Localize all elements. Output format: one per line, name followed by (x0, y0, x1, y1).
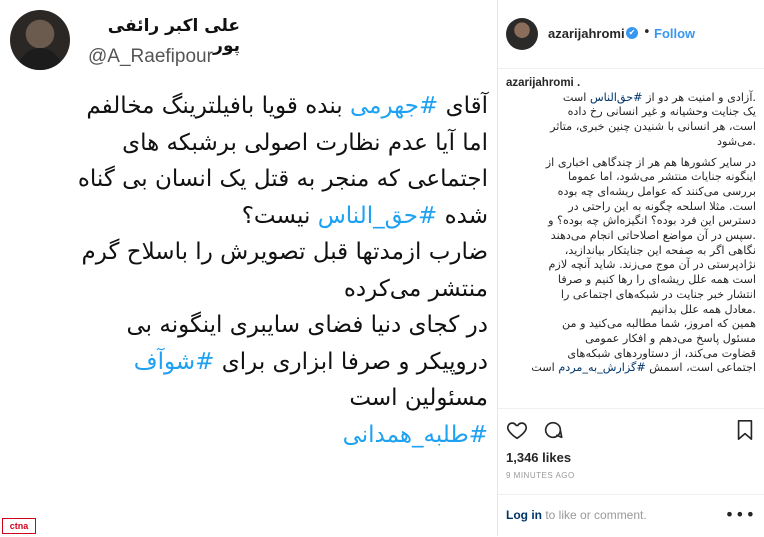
caption-line: نژادپرستی در آن موج می‌زند. شاید آنچه لا… (506, 258, 756, 273)
tweet-line-text: آقای (438, 93, 488, 119)
caption-line-text: است (531, 361, 559, 375)
post-caption: azarijahromi . .آزادی و امنیت هر دو از #… (506, 76, 756, 402)
caption-line: یک جنایت وحشیانه و غیر انسانی رخ داده (506, 105, 756, 120)
caption-line: نگاهی اگر به صفحه این جنایتکار بیاندازید… (506, 244, 756, 259)
caption-line-text: .معادل همه علل بدانیم (650, 302, 756, 316)
tweet-line-text: شده (437, 202, 488, 229)
caption-line-text: است (562, 90, 590, 104)
caption-line-text: انتشار خبر جنایت در شبکه‌های اجتماعی را (560, 287, 756, 301)
tweet-line: اما آیا عدم نظارت اصولی برشبکه های (10, 125, 488, 162)
caption-line-text: است همه علل ریشه‌ای را رها کنیم و صرفا (557, 273, 756, 287)
login-bar: Log in to like or comment. ••• (498, 494, 764, 537)
caption-line: است همه علل ریشه‌ای را رها کنیم و صرفا (506, 273, 756, 288)
caption-line: است. مثلا اسلحه چگونه به این راحتی در (506, 200, 756, 215)
caption-line-text: قضاوت می‌کند، از دستاوردهای شبکه‌های (567, 346, 756, 360)
tweet-avatar[interactable] (10, 10, 70, 70)
hashtag-link[interactable]: #طلبه_همدانی (343, 422, 488, 448)
caption-line: بررسی می‌کنند که عوامل ریشه‌ای چه بوده (506, 185, 756, 200)
tweet-line-text: مسئولین است (349, 385, 488, 411)
caption-line-text: .آزادی و امنیت هر دو از (642, 90, 756, 104)
caption-line: در سایر کشورها هم هر از چندگاهی اخباری ا… (506, 156, 756, 171)
caption-hashtag-link[interactable]: #حق‌الناس (590, 91, 643, 104)
caption-line-text: اجتماعی است، اسمش (645, 361, 756, 375)
caption-hashtag-link[interactable]: #گزارش_به_مردم (558, 361, 645, 374)
hashtag-link[interactable]: #شوآف (134, 349, 215, 375)
tweet-line: منتشر می‌کرده (10, 271, 488, 308)
tweet-line: شده #حق_الناس نیست؟ (10, 198, 488, 235)
caption-line-text: .سپس در آن مواضع اصلاحاتی انجام می‌دهند (550, 229, 756, 243)
tweet-line: در کجای دنیا فضای سایبری اینگونه بی (10, 307, 489, 344)
caption-line-text: نژادپرستی در آن موج می‌زند. شاید آنچه لا… (548, 258, 756, 272)
tweet-line: آقای #جهرمی بنده قویا بافیلترینگ مخالفم (10, 88, 488, 125)
caption-line-text: یک جنایت وحشیانه و غیر انسانی رخ داده (567, 105, 756, 119)
caption-line: دسترس این فرد بوده؟ انگیزه‌اش چه بوده؟ و (506, 214, 756, 229)
caption-line: است، هر انسانی با شنیدن چنین خبری، متاثر (506, 120, 756, 135)
hashtag-link[interactable]: #حق_الناس (318, 203, 438, 229)
tweet-author-handle[interactable]: @A_Raefipour (88, 46, 213, 68)
caption-username[interactable]: azarijahromi . (506, 76, 756, 91)
caption-line: .معادل همه علل بدانیم (506, 303, 756, 318)
likes-count[interactable]: 1,346 likes (506, 450, 571, 465)
hashtag-link[interactable]: #جهرمی (350, 93, 438, 119)
tweet-panel: علی اکبر رائفی پور @A_Raefipour آقای #جه… (0, 0, 498, 536)
tweet-line-text: منتشر می‌کرده (343, 275, 488, 302)
caption-line-text: بررسی می‌کنند که عوامل ریشه‌ای چه بوده (557, 184, 756, 198)
tweet-line: اجتماعی که منجر به قتل یک انسان بی گناه (10, 161, 488, 198)
post-avatar[interactable] (506, 18, 538, 50)
tweet-line-text: بنده قویا بافیلترینگ مخالفم (86, 93, 350, 119)
caption-line: اجتماعی است، اسمش #گزارش_به_مردم است (506, 361, 756, 376)
verified-badge-icon: ✔ (626, 27, 638, 39)
tweet-text: آقای #جهرمی بنده قویا بافیلترینگ مخالفم ا… (10, 88, 488, 453)
post-actions (498, 408, 764, 449)
caption-line-text: همین که امروز، شما مطالبه می‌کنید و من (562, 317, 756, 331)
like-heart-icon[interactable] (506, 419, 528, 441)
caption-text: .آزادی و امنیت هر دو از #حق‌الناس است یک … (506, 91, 756, 376)
login-link[interactable]: Log in (506, 508, 542, 522)
caption-line-text: نگاهی اگر به صفحه این جنایتکار بیاندازید… (564, 243, 756, 257)
follow-button[interactable]: Follow (654, 26, 695, 41)
caption-line: .آزادی و امنیت هر دو از #حق‌الناس است (506, 91, 756, 106)
tweet-header: علی اکبر رائفی پور @A_Raefipour (10, 10, 490, 80)
post-username[interactable]: azarijahromi (548, 26, 625, 41)
tweet-line-text: اجتماعی که منجر به قتل یک انسان بی گناه (77, 166, 488, 192)
tweet-line: #طلبه_همدانی (10, 417, 488, 454)
bookmark-icon[interactable] (734, 419, 756, 441)
instagram-post: azarijahromi ✔ • Follow azarijahromi . .… (498, 0, 764, 536)
caption-line: انتشار خبر جنایت در شبکه‌های اجتماعی را (506, 288, 756, 303)
caption-line-text: .می‌شود (716, 134, 756, 148)
tweet-line-text: ضارب ازمدتها قبل تصویرش را باسلاح گرم (81, 239, 488, 265)
tweet-line: دروپیکر و صرفا ابزاری برای #شوآف (10, 344, 488, 381)
caption-line-text: دسترس این فرد بوده؟ انگیزه‌اش چه بوده؟ و (548, 214, 756, 228)
caption-line: .می‌شود (506, 135, 756, 150)
watermark-logo: ctna (2, 518, 36, 534)
separator-dot: • (643, 25, 651, 40)
caption-line: مسئول پاسخ می‌دهم و افکار عمومی (506, 332, 756, 347)
tweet-line-text: در کجای دنیا فضای سایبری اینگونه بی (126, 312, 489, 338)
caption-line-text: اینگونه جنایات منتشر می‌شود، اما عموما (568, 170, 756, 184)
caption-line-text: است. مثلا اسلحه چگونه به این راحتی در (568, 199, 756, 213)
comment-icon[interactable] (542, 419, 564, 441)
caption-line-text: در سایر کشورها هم هر از چندگاهی اخباری ا… (545, 155, 756, 169)
caption-line: .سپس در آن مواضع اصلاحاتی انجام می‌دهند (506, 229, 756, 244)
post-header: azarijahromi ✔ • Follow (498, 0, 764, 69)
post-timestamp: 9 MINUTES AGO (506, 471, 575, 480)
tweet-line-text: نیست؟ (241, 202, 318, 229)
login-prompt: Log in to like or comment. (506, 508, 647, 522)
tweet-line: ضارب ازمدتها قبل تصویرش را باسلاح گرم (10, 234, 488, 271)
caption-line: قضاوت می‌کند، از دستاوردهای شبکه‌های (506, 347, 756, 362)
login-prompt-text: to like or comment. (542, 508, 647, 522)
caption-line: همین که امروز، شما مطالبه می‌کنید و من (506, 317, 756, 332)
caption-line-text: است، هر انسانی با شنیدن چنین خبری، متاثر (550, 120, 756, 134)
tweet-line-text: اما آیا عدم نظارت اصولی برشبکه های (122, 129, 488, 156)
caption-line: اینگونه جنایات منتشر می‌شود، اما عموما (506, 170, 756, 185)
tweet-line: مسئولین است (10, 380, 488, 417)
tweet-line-text: دروپیکر و صرفا ابزاری برای (214, 348, 488, 375)
caption-line-text: مسئول پاسخ می‌دهم و افکار عمومی (585, 331, 756, 345)
more-options-icon[interactable]: ••• (725, 505, 756, 524)
